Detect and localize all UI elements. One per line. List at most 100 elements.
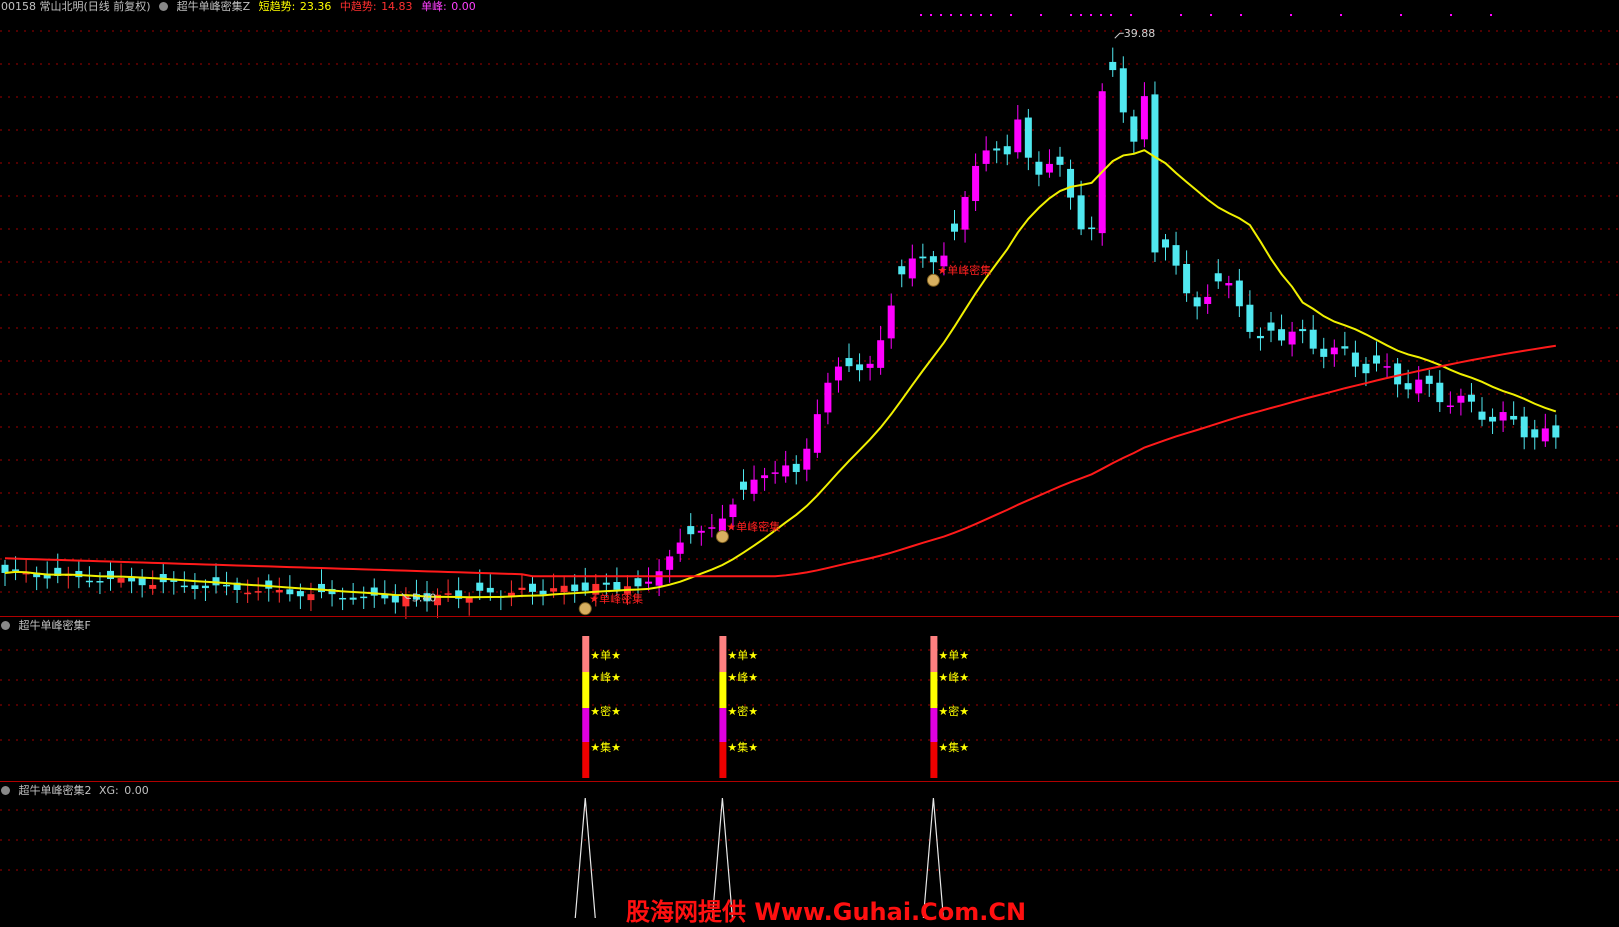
candle-body bbox=[856, 364, 864, 371]
candle-body bbox=[1383, 366, 1391, 368]
signal-segment bbox=[930, 636, 938, 672]
stock-title[interactable]: 00158 常山北明(日线 前复权) bbox=[1, 0, 151, 13]
candle-body bbox=[908, 258, 916, 279]
candle-body bbox=[581, 582, 589, 591]
candle-body bbox=[265, 580, 273, 589]
candle-body bbox=[1003, 146, 1011, 155]
high-pointer bbox=[1114, 32, 1124, 39]
candle-body bbox=[1035, 161, 1043, 175]
candle-body bbox=[1362, 363, 1370, 374]
signal-segment bbox=[582, 708, 590, 742]
settings-circle-icon[interactable] bbox=[159, 2, 169, 11]
candle-body bbox=[845, 358, 853, 367]
candle-body bbox=[1267, 322, 1275, 331]
panel-divider-2[interactable] bbox=[0, 781, 1619, 782]
top-marker-dot bbox=[1100, 14, 1102, 16]
candle-body bbox=[138, 578, 146, 586]
signal-label: ★单峰密集 bbox=[589, 592, 643, 606]
candle-body bbox=[1330, 347, 1338, 355]
top-marker-dot bbox=[1210, 14, 1212, 16]
candle-body bbox=[1151, 94, 1159, 253]
candle-body bbox=[486, 587, 494, 593]
signal-char: ★集★ bbox=[938, 740, 969, 754]
top-marker-dot bbox=[1090, 14, 1092, 16]
indicator-name-main[interactable]: 超牛单峰密集Z bbox=[177, 0, 251, 13]
candle-body bbox=[571, 584, 579, 592]
top-marker-dot bbox=[1490, 14, 1492, 16]
top-marker-dot bbox=[1080, 14, 1082, 16]
indicator-name-panel2[interactable]: 超牛单峰密集F bbox=[19, 619, 91, 632]
candle-body bbox=[244, 592, 252, 595]
candle-body bbox=[1499, 412, 1507, 421]
candle-body bbox=[645, 581, 653, 584]
top-marker-dot bbox=[1180, 14, 1182, 16]
signal-char: ★单★ bbox=[727, 649, 758, 662]
candle-body bbox=[1373, 355, 1380, 364]
candle-body bbox=[201, 585, 209, 589]
candle-body bbox=[1088, 227, 1096, 230]
high-price-label: 39.88 bbox=[1124, 27, 1156, 40]
candle-body bbox=[1541, 428, 1549, 442]
candle-body bbox=[1520, 416, 1528, 438]
top-marker-dot bbox=[980, 14, 982, 16]
indicator-name-panel3[interactable]: 超牛单峰密集2 bbox=[19, 784, 92, 797]
mid-trend-value: 14.83 bbox=[381, 0, 413, 13]
candle-body bbox=[117, 578, 125, 583]
mid-trend-label: 中趋势: bbox=[339, 0, 377, 13]
signal-segment bbox=[582, 742, 590, 778]
candle-body bbox=[107, 570, 114, 580]
candle-body bbox=[518, 587, 526, 590]
candle-body bbox=[1183, 263, 1191, 294]
candle-body bbox=[254, 591, 262, 593]
candle-body bbox=[1045, 163, 1053, 173]
candle-body bbox=[982, 150, 990, 164]
panel-divider-1[interactable] bbox=[0, 616, 1619, 617]
top-marker-dot bbox=[920, 14, 922, 16]
candle-body bbox=[708, 527, 716, 529]
candle-body bbox=[961, 196, 969, 230]
candle-body bbox=[1457, 395, 1465, 403]
candle-body bbox=[803, 448, 811, 470]
candle-body bbox=[444, 593, 452, 595]
short-trend-value: 23.36 bbox=[299, 0, 332, 13]
candle-body bbox=[149, 584, 157, 589]
candle-body bbox=[275, 589, 283, 593]
candle-body bbox=[866, 363, 874, 368]
candle-body bbox=[877, 340, 885, 368]
candle-body bbox=[1394, 363, 1402, 385]
panel2-circle-icon[interactable] bbox=[1, 621, 10, 630]
candle-body bbox=[560, 585, 568, 593]
candle-body bbox=[1415, 379, 1423, 394]
candle-body bbox=[191, 585, 199, 590]
candle-body bbox=[824, 382, 832, 413]
candle-body bbox=[613, 582, 621, 590]
signal-char: ★峰★ bbox=[590, 671, 621, 684]
candle-body bbox=[1214, 273, 1222, 282]
candle-body bbox=[476, 582, 484, 591]
signal-char: ★单★ bbox=[938, 649, 969, 662]
candle-body bbox=[1436, 382, 1444, 403]
peak-label: 单峰: bbox=[421, 0, 447, 13]
candle-body bbox=[550, 588, 558, 592]
top-marker-dot bbox=[1450, 14, 1452, 16]
panel3-circle-icon[interactable] bbox=[1, 786, 10, 795]
panel2-header: 超牛单峰密集F bbox=[1, 619, 96, 635]
candle-body bbox=[1067, 168, 1075, 198]
signal-label: ★单峰密集 bbox=[937, 263, 991, 277]
xg-label: XG: bbox=[99, 784, 119, 797]
top-marker-dot bbox=[960, 14, 962, 16]
candle-body bbox=[1246, 304, 1254, 332]
signal-label: ★单峰密集 bbox=[726, 520, 780, 534]
candle-body bbox=[929, 256, 937, 263]
mid-trend-line bbox=[4, 344, 1557, 578]
candle-body bbox=[1077, 195, 1085, 230]
chart-svg[interactable]: 39.88 5.40 ★单峰密集 ★单峰密集 ★单峰密集 ★单★ ★峰★ ★密★ ★集★ ★单★ ★… bbox=[0, 0, 1619, 922]
top-marker-dot bbox=[950, 14, 952, 16]
candle-body bbox=[529, 583, 536, 592]
candle-body bbox=[1225, 283, 1233, 286]
candle-body bbox=[1235, 280, 1243, 307]
candle-body bbox=[1024, 117, 1032, 158]
signal-segment bbox=[930, 672, 938, 708]
signal-segment bbox=[719, 708, 727, 742]
top-marker-dot bbox=[940, 14, 942, 16]
